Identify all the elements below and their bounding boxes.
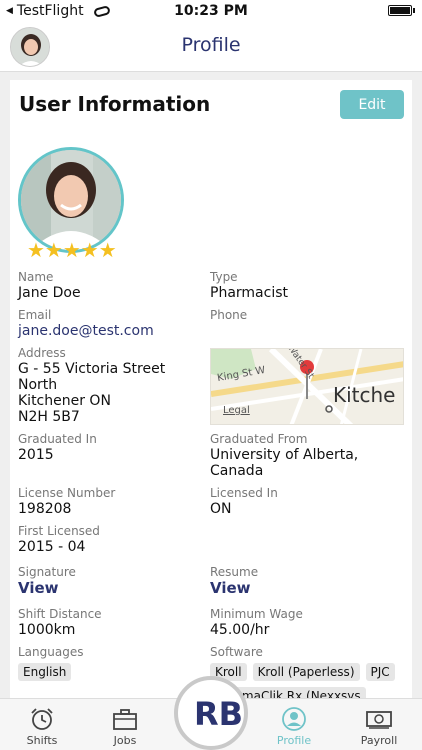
graduated-in-label: Graduated In: [18, 432, 97, 446]
signature-label: Signature: [18, 565, 76, 579]
graduated-from-line-1: University of Alberta,: [210, 447, 359, 463]
status-bar: ◀ TestFlight 10:23 PM: [0, 0, 422, 22]
tab-payroll[interactable]: Payroll: [344, 707, 414, 747]
phone-label: Phone: [210, 308, 248, 322]
minimum-wage-label: Minimum Wage: [210, 607, 303, 621]
minimum-wage-field: Minimum Wage 45.00/hr: [210, 607, 303, 638]
battery-icon: [388, 5, 415, 16]
tab-jobs[interactable]: Jobs: [90, 707, 160, 747]
graduated-in-field: Graduated In 2015: [18, 432, 97, 463]
resume-field: Resume View: [210, 565, 258, 596]
software-label: Software: [210, 645, 263, 659]
first-licensed-value: 2015 - 04: [18, 539, 86, 555]
shift-distance-value: 1000km: [18, 622, 76, 638]
email-field: Email jane.doe@test.com: [18, 308, 154, 339]
signature-field: Signature View: [18, 565, 76, 596]
languages-tags: English: [18, 663, 83, 681]
map-city-label: Kitche: [333, 383, 396, 407]
status-time: 10:23 PM: [174, 3, 248, 19]
profile-person-icon: [21, 150, 121, 250]
license-number-value: 198208: [18, 501, 72, 517]
address-line-4: N2H 5B7: [18, 409, 80, 425]
licensed-in-field: Licensed In ON: [210, 486, 278, 517]
first-licensed-label: First Licensed: [18, 524, 100, 538]
phone-field: Phone: [210, 308, 247, 323]
graduated-from-label: Graduated From: [210, 432, 308, 446]
card-title: User Information: [19, 92, 211, 116]
tab-profile[interactable]: Profile: [259, 707, 329, 747]
tab-profile-label: Profile: [276, 734, 312, 747]
minimum-wage-value: 45.00/hr: [210, 622, 270, 638]
type-value: Pharmacist: [210, 285, 288, 301]
shift-distance-label: Shift Distance: [18, 607, 102, 621]
map-legal-link[interactable]: Legal: [223, 405, 250, 416]
language-tag: English: [18, 663, 72, 681]
licensed-in-label: Licensed In: [210, 486, 278, 500]
languages-field: Languages English: [18, 645, 83, 681]
license-number-field: License Number 198208: [18, 486, 115, 517]
languages-label: Languages: [18, 645, 84, 659]
name-field: Name Jane Doe: [18, 270, 81, 301]
user-information-card: User Information Edit ★★★★★ Name Jane Do…: [10, 80, 412, 700]
type-field: Type Pharmacist: [210, 270, 288, 301]
tab-jobs-label: Jobs: [113, 734, 137, 747]
license-number-label: License Number: [18, 486, 116, 500]
signature-view-link[interactable]: View: [18, 580, 76, 596]
address-map[interactable]: King St W Water St Kitche Legal: [210, 348, 404, 425]
money-icon: [366, 711, 392, 729]
type-label: Type: [210, 270, 238, 284]
name-value: Jane Doe: [18, 285, 81, 301]
profile-icon: [282, 707, 306, 731]
logo-r: RB: [194, 695, 243, 733]
edit-button[interactable]: Edit: [340, 90, 404, 119]
nav-bar: Profile: [0, 22, 422, 72]
shift-distance-field: Shift Distance 1000km: [18, 607, 102, 638]
address-field: Address G - 55 Victoria Street North Kit…: [18, 346, 165, 425]
briefcase-icon: [113, 709, 137, 730]
tab-shifts-label: Shifts: [26, 734, 58, 747]
licensed-in-value: ON: [210, 501, 232, 517]
address-line-1: G - 55 Victoria Street: [18, 361, 166, 377]
graduated-from-field: Graduated From University of Alberta, Ca…: [210, 432, 358, 479]
address-line-2: North: [18, 377, 58, 393]
first-licensed-field: First Licensed 2015 - 04: [18, 524, 100, 555]
software-tag: Kroll (Paperless): [252, 663, 360, 681]
tab-payroll-label: Payroll: [360, 734, 398, 747]
email-link[interactable]: jane.doe@test.com: [18, 323, 154, 339]
graduated-in-value: 2015: [18, 447, 54, 463]
resume-label: Resume: [210, 565, 259, 579]
tab-shifts[interactable]: Shifts: [7, 707, 77, 747]
rb-logo-icon: RB: [181, 683, 243, 743]
email-label: Email: [18, 308, 52, 322]
address-line-3: Kitchener ON: [18, 393, 111, 409]
software-tag: PJC: [365, 663, 395, 681]
star-rating: ★★★★★: [27, 238, 117, 262]
resume-view-link[interactable]: View: [210, 580, 258, 596]
center-logo-button[interactable]: RB: [174, 676, 248, 750]
address-label: Address: [18, 346, 66, 360]
name-label: Name: [18, 270, 54, 284]
graduated-from-line-2: Canada: [210, 463, 264, 479]
page-title: Profile: [181, 34, 241, 56]
alarm-clock-icon: [31, 708, 53, 730]
